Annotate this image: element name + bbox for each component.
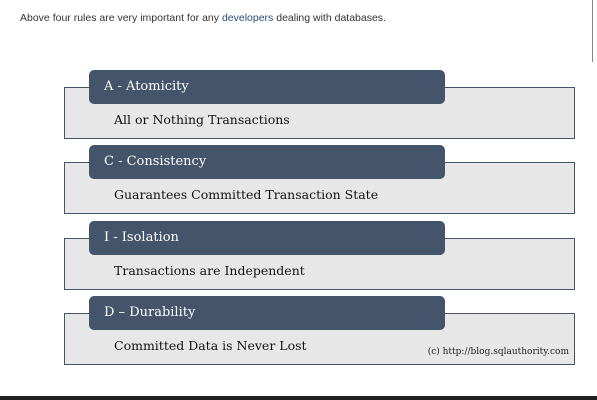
rule-durability: D – Durability Committed Data is Never L… — [64, 296, 575, 365]
rule-description: Guarantees Committed Transaction State — [114, 187, 379, 202]
developers-link[interactable]: developers — [222, 12, 273, 24]
rule-title: A - Atomicity — [89, 70, 445, 104]
rule-description: All or Nothing Transactions — [114, 112, 290, 127]
rule-consistency: C - Consistency Guarantees Committed Tra… — [64, 145, 575, 214]
rule-atomicity: A - Atomicity All or Nothing Transaction… — [64, 70, 575, 139]
rule-title: D – Durability — [89, 296, 445, 330]
rule-title: I - Isolation — [89, 221, 445, 255]
rule-isolation: I - Isolation Transactions are Independe… — [64, 221, 575, 290]
rule-description: Committed Data is Never Lost — [114, 338, 307, 353]
divider — [592, 0, 593, 62]
bottom-border — [0, 396, 597, 400]
intro-before: Above four rules are very important for … — [20, 12, 222, 24]
rule-description: Transactions are Independent — [114, 263, 305, 278]
rule-title: C - Consistency — [89, 145, 445, 179]
intro-after: dealing with databases. — [273, 12, 386, 24]
copyright-credit: (c) http://blog.sqlauthority.com — [427, 347, 569, 357]
intro-text: Above four rules are very important for … — [20, 12, 386, 24]
